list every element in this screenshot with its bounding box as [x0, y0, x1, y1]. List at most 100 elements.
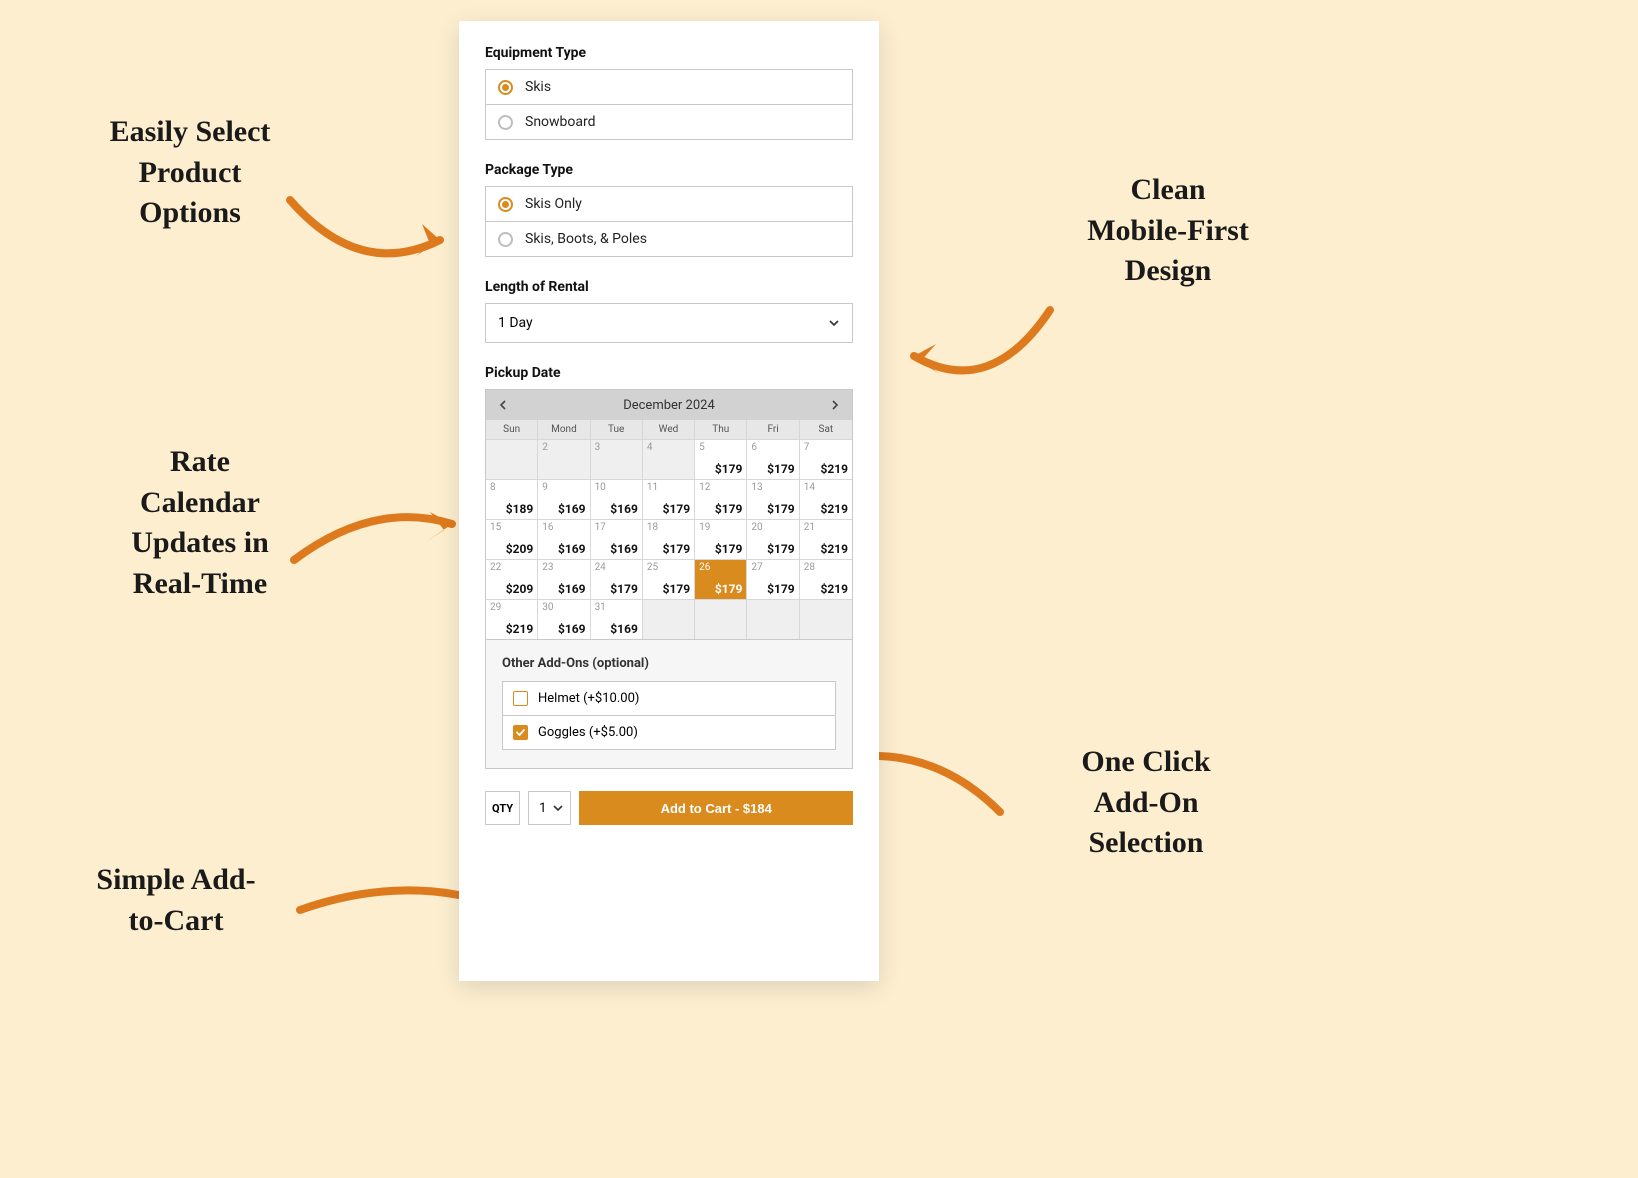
calendar-cell[interactable]: 18$179	[643, 519, 695, 559]
calendar-day-number: 22	[490, 562, 533, 573]
package-option[interactable]: Skis, Boots, & Poles	[486, 222, 852, 256]
calendar-cell	[486, 439, 538, 479]
annotation-product-options: Easily SelectProductOptions	[60, 112, 320, 234]
equipment-option[interactable]: Skis	[486, 70, 852, 105]
calendar-cell[interactable]: 22 $209	[486, 559, 538, 599]
radio-icon	[498, 80, 513, 95]
calendar-day-number: 9	[542, 482, 585, 493]
addons-label: Other Add-Ons (optional)	[502, 656, 836, 671]
calendar-day-price: $179	[715, 462, 743, 476]
calendar-cell[interactable]: 21$219	[800, 519, 852, 559]
calendar-day-number: 21	[804, 522, 848, 533]
addon-label: Goggles (+$5.00)	[538, 725, 638, 740]
calendar-day-number: 3	[595, 442, 638, 453]
qty-select[interactable]: 1	[528, 791, 571, 825]
calendar-day-price: $179	[663, 582, 691, 596]
pickup-date-label: Pickup Date	[485, 365, 853, 381]
calendar-cell[interactable]: 23$169	[538, 559, 590, 599]
calendar-cell	[747, 599, 799, 639]
calendar-day-number: 27	[751, 562, 794, 573]
add-to-cart-button[interactable]: Add to Cart - $184	[579, 791, 853, 825]
calendar: December 2024 SunMondTueWedThuFriSat 234…	[485, 389, 853, 640]
calendar-cell: 4	[643, 439, 695, 479]
length-value: 1 Day	[498, 315, 533, 331]
calendar-day-price: $179	[715, 542, 743, 556]
calendar-dow-cell: Mond	[538, 420, 590, 439]
addon-row[interactable]: Helmet (+$10.00)	[503, 682, 835, 716]
calendar-cell[interactable]: 12$179	[695, 479, 747, 519]
calendar-day-number: 16	[542, 522, 585, 533]
calendar-cell[interactable]: 30$169	[538, 599, 590, 639]
calendar-next-button[interactable]	[826, 396, 844, 414]
length-label: Length of Rental	[485, 279, 853, 295]
calendar-dow-cell: Sun	[486, 420, 538, 439]
calendar-cell[interactable]: 19$179	[695, 519, 747, 559]
calendar-cell[interactable]: 6$179	[747, 439, 799, 479]
calendar-cell[interactable]: 25$179	[643, 559, 695, 599]
chevron-down-icon	[828, 317, 840, 329]
calendar-day-number: 29	[490, 602, 533, 613]
annotation-mobile-first: CleanMobile-FirstDesign	[1028, 170, 1308, 292]
calendar-cell[interactable]: 20$179	[747, 519, 799, 559]
length-select[interactable]: 1 Day	[485, 303, 853, 343]
calendar-day-price: $169	[610, 502, 638, 516]
qty-value: 1	[539, 801, 546, 816]
calendar-cell[interactable]: 31$169	[591, 599, 643, 639]
calendar-cell[interactable]: 5$179	[695, 439, 747, 479]
calendar-cell: 3	[591, 439, 643, 479]
calendar-dow-cell: Tue	[591, 420, 643, 439]
calendar-cell	[643, 599, 695, 639]
calendar-day-number: 28	[804, 562, 848, 573]
calendar-day-price: $169	[558, 582, 586, 596]
calendar-cell[interactable]: 7$219	[800, 439, 852, 479]
equipment-type-group: Skis Snowboard	[485, 69, 853, 140]
calendar-cell	[800, 599, 852, 639]
equipment-option[interactable]: Snowboard	[486, 105, 852, 139]
calendar-day-price: $179	[767, 502, 795, 516]
calendar-day-number: 12	[699, 482, 742, 493]
calendar-cell[interactable]: 26 $179	[695, 559, 747, 599]
calendar-cell: 2	[538, 439, 590, 479]
calendar-day-price: $169	[610, 622, 638, 636]
calendar-cell[interactable]: 24$179	[591, 559, 643, 599]
calendar-cell[interactable]: 8$189	[486, 479, 538, 519]
qty-label: QTY	[485, 791, 520, 825]
calendar-cell[interactable]: 14$219	[800, 479, 852, 519]
calendar-day-price: $219	[820, 462, 848, 476]
calendar-cell[interactable]: 16$169	[538, 519, 590, 559]
addon-row[interactable]: Goggles (+$5.00)	[503, 716, 835, 749]
calendar-day-price: $179	[663, 502, 691, 516]
calendar-cell[interactable]: 15 $209	[486, 519, 538, 559]
calendar-cell[interactable]: 29$219	[486, 599, 538, 639]
calendar-day-price: $209	[506, 542, 534, 556]
calendar-dow-cell: Wed	[643, 420, 695, 439]
calendar-day-price: $179	[767, 582, 795, 596]
calendar-cell[interactable]: 10$169	[591, 479, 643, 519]
chevron-down-icon	[552, 802, 564, 814]
calendar-cell	[695, 599, 747, 639]
calendar-day-price: $219	[820, 582, 848, 596]
calendar-day-number: 4	[647, 442, 690, 453]
equipment-option-label: Skis	[525, 79, 551, 95]
calendar-day-price: $169	[558, 622, 586, 636]
calendar-prev-button[interactable]	[494, 396, 512, 414]
equipment-type-label: Equipment Type	[485, 45, 853, 61]
addon-label: Helmet (+$10.00)	[538, 691, 639, 706]
calendar-cell[interactable]: 27 $179	[747, 559, 799, 599]
calendar-day-number: 26	[699, 562, 742, 573]
calendar-day-number: 2	[542, 442, 585, 453]
calendar-cell[interactable]: 28 $219	[800, 559, 852, 599]
calendar-dow-row: SunMondTueWedThuFriSat	[486, 420, 852, 439]
calendar-day-price: $219	[820, 502, 848, 516]
calendar-day-number: 15	[490, 522, 533, 533]
calendar-cell[interactable]: 13$179	[747, 479, 799, 519]
calendar-grid: 2345$1796$1797$2198$1899$16910$16911$179…	[486, 439, 852, 639]
calendar-day-price: $189	[506, 502, 534, 516]
calendar-cell[interactable]: 11$179	[643, 479, 695, 519]
calendar-cell[interactable]: 17$169	[591, 519, 643, 559]
calendar-day-number: 6	[751, 442, 794, 453]
calendar-cell[interactable]: 9$169	[538, 479, 590, 519]
calendar-day-price: $179	[715, 582, 743, 596]
package-option[interactable]: Skis Only	[486, 187, 852, 222]
calendar-day-price: $209	[506, 582, 534, 596]
